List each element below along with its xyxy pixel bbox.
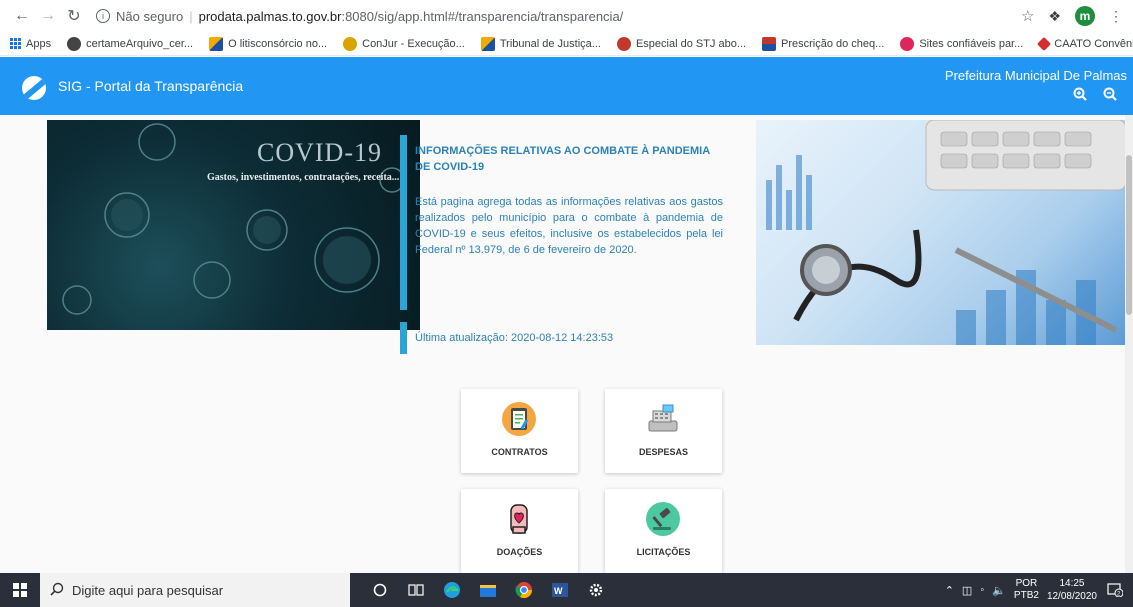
accent-bar xyxy=(400,135,407,310)
menu-kebab-icon[interactable]: ⋮ xyxy=(1109,8,1123,25)
security-label: Não seguro xyxy=(116,8,184,24)
search-icon xyxy=(50,582,64,599)
bookmark-label: certameArquivo_cer... xyxy=(86,37,194,50)
covid-banner-image: COVID-19 Gastos, investimentos, contrata… xyxy=(47,120,420,330)
profile-avatar[interactable]: m xyxy=(1075,6,1095,26)
card-contratos[interactable]: CONTRATOS xyxy=(461,389,578,473)
stj-favicon-icon xyxy=(616,36,631,51)
reload-icon[interactable]: ↻ xyxy=(62,4,86,28)
bookmark-label: Prescrição do cheq... xyxy=(781,37,885,50)
card-despesas[interactable]: DESPESAS xyxy=(605,389,722,473)
medical-finance-image xyxy=(756,120,1126,345)
settings-gear-icon[interactable] xyxy=(580,573,612,607)
bookmark-label: O litisconsórcio no... xyxy=(228,37,328,50)
bookmark-apps[interactable]: Apps xyxy=(10,38,51,50)
caato-favicon-icon xyxy=(1037,36,1052,51)
card-doacoes[interactable]: DOAÇÕES xyxy=(461,489,578,573)
card-label: CONTRATOS xyxy=(491,447,548,457)
page-scrollbar[interactable] xyxy=(1125,115,1133,573)
back-arrow-icon[interactable]: ← xyxy=(10,4,34,28)
covid-subtitle: Gastos, investimentos, contratações, rec… xyxy=(207,172,400,183)
bookmark-item[interactable]: Sites confiáveis par... xyxy=(900,36,1024,51)
lang-layout: PTB2 xyxy=(1013,590,1039,601)
bookmark-item[interactable]: Prescrição do cheq... xyxy=(762,36,885,51)
cortana-icon[interactable] xyxy=(364,573,396,607)
accent-bar xyxy=(400,322,407,354)
bookmark-item[interactable]: certameArquivo_cer... xyxy=(67,36,194,51)
contract-clipboard-icon xyxy=(501,401,537,437)
taskbar-search[interactable]: Digite aqui para pesquisar xyxy=(40,573,350,607)
card-label: DESPESAS xyxy=(638,447,689,457)
sig-logo-icon xyxy=(22,76,46,100)
app-title: SIG - Portal da Transparência xyxy=(58,78,244,94)
bookmark-star-icon[interactable]: ☆ xyxy=(1021,7,1034,25)
bookmark-label: Apps xyxy=(26,37,52,50)
site-favicon-icon xyxy=(762,36,776,51)
address-bar[interactable]: i Não seguro | prodata.palmas.to.gov.br … xyxy=(88,3,1013,29)
clock-time: 14:25 xyxy=(1059,578,1085,589)
bookmark-item[interactable]: Tribunal de Justiça... xyxy=(480,36,601,51)
bookmark-item[interactable]: CAATO Convênios xyxy=(1037,36,1133,51)
cash-register-icon xyxy=(645,401,681,437)
separator: | xyxy=(189,8,193,24)
app-header: SIG - Portal da Transparência Prefeitura… xyxy=(0,57,1133,115)
lang-code: POR xyxy=(1015,578,1038,589)
svg-text:W: W xyxy=(554,586,563,596)
bookmarks-bar: Apps certameArquivo_cer... O litisconsór… xyxy=(0,32,1133,56)
edge-browser-icon[interactable] xyxy=(436,573,468,607)
city-name: Prefeitura Municipal De Palmas xyxy=(944,68,1127,83)
auction-gavel-icon xyxy=(645,501,681,537)
info-description: Está pagina agrega todas as informações … xyxy=(415,196,723,256)
task-view-icon[interactable] xyxy=(400,573,432,607)
covid-title: COVID-19 xyxy=(257,138,382,167)
bookmark-label: Tribunal de Justiça... xyxy=(499,37,601,50)
card-licitacoes[interactable]: LICITAÇÕES xyxy=(605,489,722,573)
chrome-icon[interactable] xyxy=(508,573,540,607)
info-title: INFORMAÇÕES RELATIVAS AO COMBATE À PANDE… xyxy=(415,145,710,173)
stethoscope-calculator-illustration-icon xyxy=(766,120,1126,345)
clock-date: 12/08/2020 xyxy=(1046,591,1097,602)
search-placeholder: Digite aqui para pesquisar xyxy=(72,582,224,598)
bookmark-item[interactable]: Especial do STJ abo... xyxy=(616,36,746,51)
forward-arrow-icon[interactable]: → xyxy=(36,4,60,28)
main-content: COVID-19 Gastos, investimentos, contrata… xyxy=(0,115,1133,573)
last-update: Última atualização: 2020-08-12 14:23:53 xyxy=(415,332,614,344)
zoom-out-icon[interactable] xyxy=(1103,87,1117,104)
bookmark-item[interactable]: ConJur - Execução... xyxy=(343,36,465,51)
site-favicon-icon xyxy=(209,36,224,51)
taskbar: Digite aqui para pesquisar W ⌃ ◫ ◦ 🔈 POR xyxy=(0,573,1133,607)
site-favicon-icon xyxy=(480,36,495,51)
wifi-icon[interactable]: ◦ xyxy=(980,584,984,596)
chevron-up-icon[interactable]: ⌃ xyxy=(945,584,954,597)
apps-grid-icon xyxy=(10,38,21,49)
card-label: LICITAÇÕES xyxy=(636,547,691,557)
browser-toolbar: ← → ↻ i Não seguro | prodata.palmas.to.g… xyxy=(0,0,1133,32)
card-label: DOAÇÕES xyxy=(496,547,543,557)
bookmark-label: CAATO Convênios xyxy=(1054,37,1133,50)
volume-icon[interactable]: 🔈 xyxy=(992,584,1006,597)
bookmark-label: Sites confiáveis par... xyxy=(919,37,1024,50)
scrollbar-thumb[interactable] xyxy=(1126,155,1132,315)
globe-icon xyxy=(67,36,82,51)
site-favicon-icon xyxy=(900,36,915,51)
language-indicator[interactable]: POR PTB2 xyxy=(1014,578,1039,602)
bookmark-item[interactable]: O litisconsórcio no... xyxy=(209,36,328,51)
zoom-in-icon[interactable] xyxy=(1073,87,1087,104)
extensions-icon[interactable]: ❖ xyxy=(1048,8,1061,25)
hand-heart-icon xyxy=(501,501,537,537)
info-icon[interactable]: i xyxy=(96,9,110,23)
notification-icon[interactable]: 2 xyxy=(1105,580,1125,600)
network-icon[interactable]: ◫ xyxy=(962,584,972,597)
windows-start-icon[interactable] xyxy=(0,573,40,607)
url-path: :8080/sig/app.html#/transparencia/transp… xyxy=(341,8,624,24)
url-host: prodata.palmas.to.gov.br xyxy=(198,8,342,24)
word-icon[interactable]: W xyxy=(544,573,576,607)
file-explorer-icon[interactable] xyxy=(472,573,504,607)
clock[interactable]: 14:25 12/08/2020 xyxy=(1047,577,1097,603)
bookmark-label: ConJur - Execução... xyxy=(362,37,465,50)
bookmark-label: Especial do STJ abo... xyxy=(635,37,746,50)
conjur-favicon-icon xyxy=(343,36,358,51)
